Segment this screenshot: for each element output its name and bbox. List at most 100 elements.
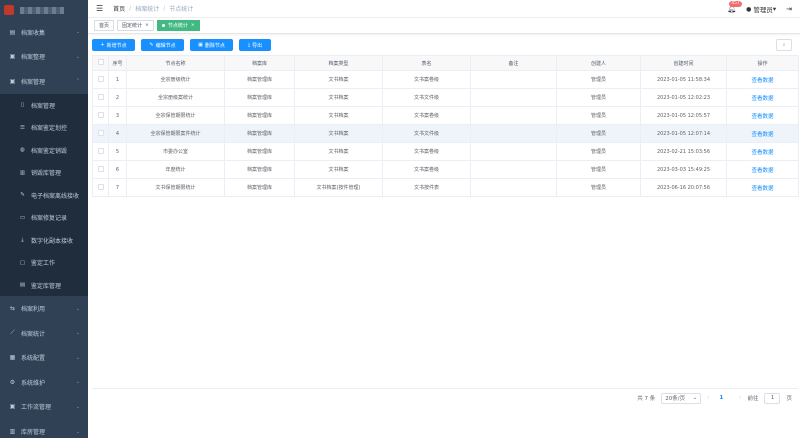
view-data-link-label[interactable]: 查看数据 bbox=[751, 186, 773, 192]
cell-created-time: 2023-01-05 12:07:14 bbox=[640, 124, 727, 143]
view-data-link-label[interactable]: 查看数据 bbox=[751, 168, 773, 174]
view-data-link-label[interactable]: 查看数据 bbox=[751, 78, 773, 84]
cell-creator: 管理员 bbox=[556, 106, 641, 125]
chevron-up-icon: ⌃ bbox=[75, 78, 80, 85]
page-number-current[interactable]: 1 bbox=[719, 395, 723, 401]
task-icon: ▢ bbox=[19, 259, 26, 266]
hamburger-icon[interactable]: ☰ bbox=[96, 4, 103, 13]
view-data-link-label[interactable]: 查看数据 bbox=[751, 114, 773, 120]
row-checkbox[interactable] bbox=[92, 142, 109, 161]
chevron-down-icon: ⌄ bbox=[75, 29, 80, 36]
menu-item-manage[interactable]: ▣ 档案管理 ⌃ bbox=[0, 69, 88, 94]
cell-type: 文书档案(按件管理) bbox=[294, 178, 383, 197]
page-size-select[interactable]: 20条/页 ⌄ bbox=[661, 392, 702, 404]
sub-item-appraisal-destroy[interactable]: ◍ 档案鉴定销毁 bbox=[0, 138, 88, 162]
cell-remark bbox=[470, 88, 557, 107]
tags-view: 首页 固定统计 × 节点统计 × bbox=[88, 18, 800, 34]
menu-item-organize[interactable]: ▣ 档案整理 ⌄ bbox=[0, 45, 88, 70]
row-checkbox[interactable] bbox=[92, 70, 109, 89]
cell-library: 档案管理库 bbox=[224, 88, 295, 107]
menu-item-collect[interactable]: ▤ 档案收集 ⌄ bbox=[0, 20, 88, 45]
cell-created-time: 2023-01-05 12:02:23 bbox=[640, 88, 727, 107]
table-row[interactable]: 5 市委办公室 档案管理库 文书档案 文书案卷级 管理员 2023-02-21 … bbox=[92, 142, 799, 161]
select-all-checkbox[interactable] bbox=[92, 55, 109, 71]
cell-table-name: 文书案卷级 bbox=[382, 70, 471, 89]
tag-home[interactable]: 首页 bbox=[94, 20, 115, 31]
sub-label: 销毁库管理 bbox=[31, 170, 62, 178]
view-data-link-label[interactable]: 查看数据 bbox=[751, 150, 773, 156]
archive-box-icon: ▣ bbox=[9, 77, 16, 85]
chevron-down-icon: ⌄ bbox=[75, 428, 80, 435]
edit-icon: ✎ bbox=[149, 42, 154, 48]
table-row[interactable]: 1 全宗册级统计 档案管理库 文书档案 文书案卷级 管理员 2023-01-05… bbox=[92, 70, 799, 89]
menu-label: 系统配置 bbox=[21, 355, 46, 363]
search-toggle-button[interactable]: ⌕ bbox=[776, 39, 792, 51]
sub-item-repair-record[interactable]: ▭ 档案修复记录 bbox=[0, 206, 88, 229]
row-checkbox[interactable] bbox=[92, 124, 109, 143]
view-data-link[interactable]: 查看数据 bbox=[726, 88, 799, 107]
chevron-down-icon: ⌄ bbox=[692, 395, 698, 401]
row-checkbox[interactable] bbox=[92, 178, 109, 197]
cell-creator: 管理员 bbox=[556, 160, 641, 179]
tag-fixed-statistics[interactable]: 固定统计 × bbox=[117, 20, 154, 31]
sub-item-offline-receive[interactable]: ✎ 电子档案离线接收 bbox=[0, 183, 88, 207]
cell-table-name: 文书按件表 bbox=[382, 178, 471, 197]
table-row[interactable]: 6 年度统计 档案管理库 文书档案 文书案卷级 管理员 2023-03-03 1… bbox=[92, 160, 799, 179]
chevron-down-icon: ⌄ bbox=[75, 330, 80, 337]
view-data-link[interactable]: 查看数据 bbox=[726, 178, 799, 197]
menu-item-maintenance[interactable]: ⚙ 系统维护 ⌄ bbox=[0, 370, 88, 395]
config-icon: ▦ bbox=[9, 354, 16, 362]
sub-item-archive-manage[interactable]: ▯ 档案管理 bbox=[0, 93, 88, 117]
row-checkbox[interactable] bbox=[92, 160, 109, 179]
delete-node-button[interactable]: ▣ 删除节点 bbox=[190, 39, 233, 51]
breadcrumb-home[interactable]: 首页 bbox=[113, 4, 125, 13]
sidebar: ▤ 档案收集 ⌄ ▣ 档案整理 ⌄ ▣ 档案管理 ⌃ ▯ 档案管理 ☰ 档案鉴定… bbox=[0, 0, 88, 438]
user-icon: ● bbox=[746, 5, 752, 13]
sub-item-appraisal-work[interactable]: ▢ 鉴定工作 bbox=[0, 251, 88, 274]
close-icon[interactable]: × bbox=[191, 23, 195, 28]
logout-icon[interactable]: ⇥ bbox=[786, 5, 792, 13]
sub-item-digital-copy[interactable]: ⤓ 数字化副本接收 bbox=[0, 228, 88, 252]
table-row[interactable]: 3 全宗保管期限统计 档案管理库 文书档案 文书案卷级 管理员 2023-01-… bbox=[92, 106, 799, 125]
view-data-link-label[interactable]: 查看数据 bbox=[751, 96, 773, 102]
view-data-link[interactable]: 查看数据 bbox=[726, 106, 799, 125]
add-node-button[interactable]: + 新增节点 bbox=[92, 39, 135, 51]
cell-created-time: 2023-01-05 11:58:34 bbox=[640, 70, 727, 89]
menu-item-statistics[interactable]: ⟋ 档案统计 ⌄ bbox=[0, 321, 88, 346]
page-jump-input[interactable]: 1 bbox=[764, 392, 781, 404]
table-row[interactable]: 2 全宗册级案统计 档案管理库 文书档案 文书文件级 管理员 2023-01-0… bbox=[92, 88, 799, 107]
view-data-link-label[interactable]: 查看数据 bbox=[751, 132, 773, 138]
cell-type: 文书档案 bbox=[294, 124, 383, 143]
menu-item-warehouse[interactable]: ▥ 库房管理 ⌄ bbox=[0, 419, 88, 438]
row-checkbox[interactable] bbox=[92, 106, 109, 125]
table-row[interactable]: 4 全宗保管期限案件统计 档案管理库 文书档案 文书文件级 管理员 2023-0… bbox=[92, 124, 799, 143]
prev-page-icon[interactable]: ‹ bbox=[707, 395, 709, 401]
cell-library: 档案管理库 bbox=[224, 70, 295, 89]
cell-index: 7 bbox=[108, 178, 127, 197]
user-menu[interactable]: ● 管理员 ▾ bbox=[746, 4, 776, 14]
menu-item-config[interactable]: ▦ 系统配置 ⌄ bbox=[0, 345, 88, 370]
view-data-link[interactable]: 查看数据 bbox=[726, 124, 799, 143]
bell-icon[interactable]: 🔔︎ 457 bbox=[727, 1, 742, 13]
view-data-link[interactable]: 查看数据 bbox=[726, 142, 799, 161]
sub-item-appraisal-library[interactable]: ▤ 鉴定库管理 bbox=[0, 273, 88, 297]
download-icon: ⤓ bbox=[21, 236, 24, 243]
close-icon[interactable]: × bbox=[145, 23, 149, 28]
row-checkbox[interactable] bbox=[92, 88, 109, 107]
cell-node-name: 全宗册级统计 bbox=[126, 70, 225, 89]
pen-icon: ✎ bbox=[20, 192, 25, 199]
view-data-link[interactable]: 查看数据 bbox=[726, 160, 799, 179]
menu-item-utilize[interactable]: ⇆ 档案利用 ⌄ bbox=[0, 296, 88, 321]
view-data-link[interactable]: 查看数据 bbox=[726, 70, 799, 89]
export-button[interactable]: ⤓ 导出 bbox=[239, 39, 271, 51]
cell-creator: 管理员 bbox=[556, 124, 641, 143]
menu-item-workflow[interactable]: ▣ 工作流管理 ⌄ bbox=[0, 395, 88, 420]
sub-item-appraisal-control[interactable]: ☰ 档案鉴定划控 bbox=[0, 116, 88, 139]
cell-node-name: 全宗保管期限案件统计 bbox=[126, 124, 225, 143]
next-page-icon[interactable]: › bbox=[739, 395, 741, 401]
edit-node-button[interactable]: ✎ 编辑节点 bbox=[141, 39, 184, 51]
tag-node-statistics[interactable]: 节点统计 × bbox=[156, 20, 200, 31]
menu-label: 档案收集 bbox=[21, 29, 46, 37]
table-row[interactable]: 7 文书保管期限统计 档案管理库 文书档案(按件管理) 文书按件表 管理员 20… bbox=[92, 178, 799, 197]
sub-item-destroy-library[interactable]: ▥ 销毁库管理 bbox=[0, 161, 88, 184]
